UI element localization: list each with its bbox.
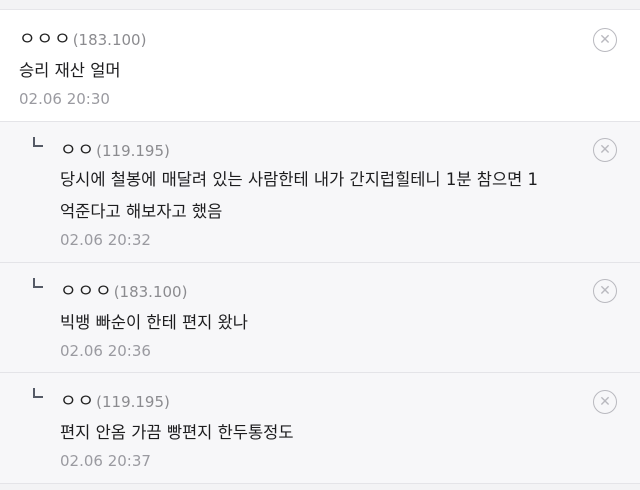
comment-author: ㅇㅇㅇ (183.100): [60, 277, 187, 303]
ip-address: (119.195): [96, 393, 170, 411]
comment-text: 승리 재산 얼머: [19, 61, 121, 80]
timestamp: 02.06 20:36: [60, 342, 151, 360]
bottom-divider: [0, 484, 640, 490]
nickname[interactable]: ㅇㅇ: [60, 136, 95, 162]
nickname[interactable]: ㅇㅇ: [60, 387, 95, 413]
reply-arrow-icon: [33, 278, 43, 288]
ip-address: (183.100): [113, 283, 188, 301]
timestamp: 02.06 20:32: [60, 231, 151, 249]
comment-text-line-2: 억준다고 해보자고 했음: [60, 202, 223, 221]
comment-text: 편지 안옴 가끔 빵편지 한두통정도: [60, 423, 294, 442]
timestamp: 02.06 20:37: [60, 452, 151, 470]
reply-arrow-icon: [33, 137, 43, 147]
close-icon[interactable]: ✕: [593, 28, 617, 52]
ip-address: (119.195): [96, 142, 170, 160]
nickname[interactable]: ㅇㅇㅇ: [19, 25, 72, 51]
comment-text-line-1: 당시에 철봉에 매달려 있는 사람한테 내가 간지럽힐테니 1분 참으면 1: [60, 170, 539, 189]
timestamp: 02.06 20:30: [19, 90, 110, 108]
comment-author: ㅇㅇ (119.195): [60, 387, 170, 413]
close-icon[interactable]: ✕: [593, 138, 617, 162]
comment-author: ㅇㅇㅇ (183.100): [19, 25, 146, 51]
reply-item: ㅇㅇ (119.195) 편지 안옴 가끔 빵편지 한두통정도 02.06 20…: [0, 373, 640, 484]
close-icon[interactable]: ✕: [593, 279, 617, 303]
comment-text: 빅뱅 빠순이 한테 편지 왔나: [60, 313, 248, 332]
reply-item: ㅇㅇ (119.195) 당시에 철봉에 매달려 있는 사람한테 내가 간지럽힐…: [0, 122, 640, 263]
close-icon[interactable]: ✕: [593, 390, 617, 414]
reply-arrow-icon: [33, 388, 43, 398]
top-divider: [0, 0, 640, 10]
nickname[interactable]: ㅇㅇㅇ: [60, 277, 113, 303]
comment-author: ㅇㅇ (119.195): [60, 136, 170, 162]
reply-item: ㅇㅇㅇ (183.100) 빅뱅 빠순이 한테 편지 왔나 02.06 20:3…: [0, 263, 640, 373]
ip-address: (183.100): [72, 31, 147, 49]
comment-item: ㅇㅇㅇ (183.100) 승리 재산 얼머 02.06 20:30 ✕: [0, 11, 640, 122]
